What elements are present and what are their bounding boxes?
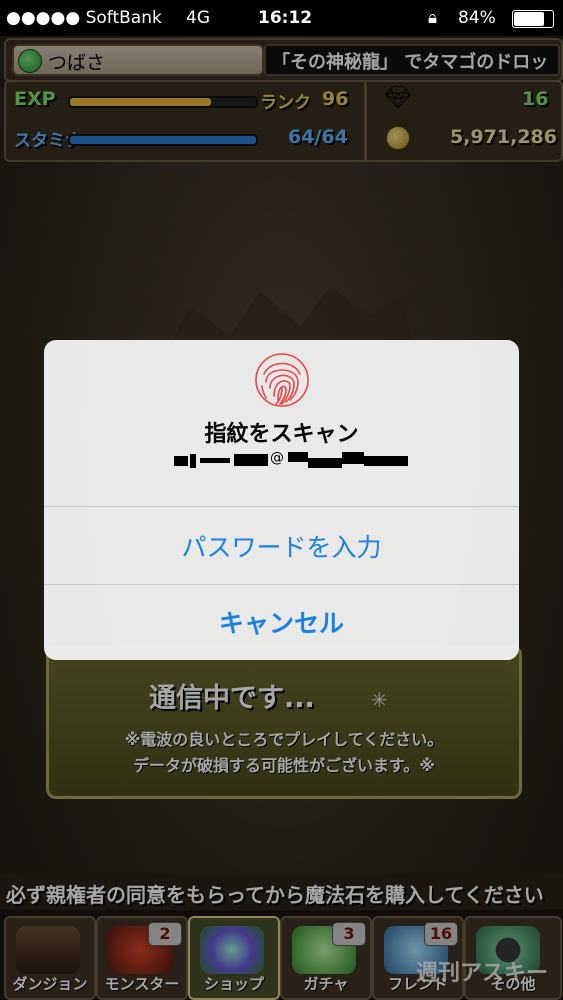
fingerprint-icon (255, 353, 309, 407)
network-label: 4G (186, 8, 210, 28)
alert-title: 指紋をスキャン (204, 422, 359, 447)
enter-password-button[interactable]: パスワードを入力 (44, 528, 519, 564)
email-at-sign: @ (270, 450, 284, 466)
alert-divider (44, 506, 519, 507)
account-email-redacted: @ (174, 450, 408, 470)
battery-percent: 84% (458, 8, 496, 28)
alert-divider (44, 584, 519, 585)
battery-icon (512, 10, 554, 28)
cancel-button[interactable]: キャンセル (44, 604, 519, 640)
rotation-lock-icon: 🔒︎ (428, 8, 438, 28)
touchid-alert: 指紋をスキャン @ パスワードを入力 キャンセル (44, 340, 519, 660)
clock: 16:12 (258, 8, 313, 28)
status-bar: ●●●●● SoftBank 4G 16:12 🔒︎ 84% (0, 0, 563, 36)
carrier-label: ●●●●● SoftBank (6, 8, 162, 28)
